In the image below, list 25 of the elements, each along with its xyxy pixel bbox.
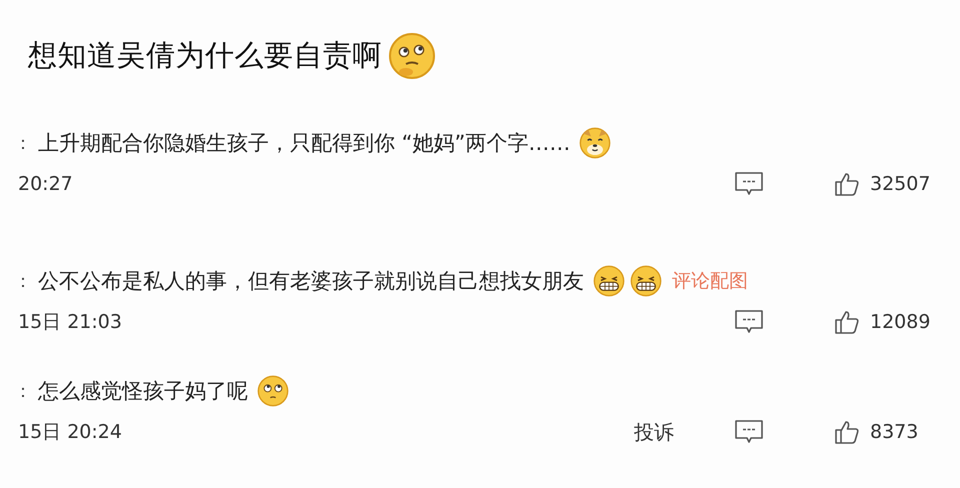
emoji-icon bbox=[388, 32, 436, 80]
post-title: 想知道吴倩为什么要自责啊 bbox=[28, 37, 382, 74]
thumbs-up-icon[interactable] bbox=[834, 309, 860, 335]
comment-time: 15日 20:24 bbox=[18, 420, 123, 445]
comment-icon[interactable] bbox=[734, 171, 764, 197]
emoji-icon bbox=[579, 127, 612, 159]
comment-time: 20:27 bbox=[18, 173, 74, 195]
report-link[interactable]: 投诉 bbox=[634, 418, 674, 446]
like-count: 32507 bbox=[870, 173, 932, 195]
comment-text: 怎么感觉怪孩子妈了呢 bbox=[38, 378, 248, 405]
thumbs-up-icon[interactable] bbox=[834, 171, 860, 197]
emoji-icon bbox=[257, 375, 289, 407]
emoji-icon bbox=[630, 265, 662, 297]
comment-bullet: ： bbox=[14, 270, 33, 293]
comment-icon[interactable] bbox=[734, 309, 764, 335]
like-count: 12089 bbox=[870, 311, 932, 333]
like-count: 8373 bbox=[870, 421, 920, 443]
thumbs-up-icon[interactable] bbox=[834, 419, 860, 445]
comment-text: 公不公布是私人的事，但有老婆孩子就别说自己想找女朋友 bbox=[38, 268, 584, 295]
comment-icon[interactable] bbox=[734, 419, 764, 445]
comment-time: 15日 21:03 bbox=[18, 310, 123, 335]
comment-text: 上升期配合你隐婚生孩子，只配得到你 “她妈”两个字…… bbox=[38, 130, 570, 157]
comment-bullet: ： bbox=[14, 132, 33, 155]
emoji-icon bbox=[593, 265, 625, 297]
comment-bullet: ： bbox=[14, 380, 33, 403]
